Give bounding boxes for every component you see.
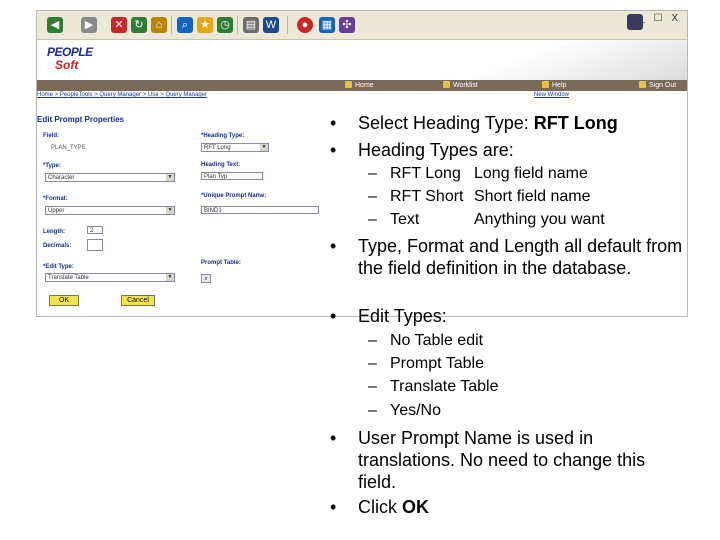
dash: – xyxy=(368,355,377,372)
bullet-defaults-text: Type, Format and Length all default from… xyxy=(358,236,683,278)
dash: – xyxy=(368,211,377,228)
sub-desc: Short field name xyxy=(474,188,591,205)
bullet-dot: • xyxy=(330,306,337,326)
slide-notes: • Select Heading Type: RFT Long • Headin… xyxy=(0,0,720,540)
bullet-click-text: Click xyxy=(358,497,402,517)
bullet-dot: • xyxy=(330,428,337,448)
bullet-heading-types-text: Heading Types are: xyxy=(358,140,514,160)
sub-term: RFT Short xyxy=(390,188,464,205)
sub-term: Text xyxy=(390,211,420,228)
sub-edit-type: Yes/No xyxy=(390,402,441,419)
bullet-user-prompt-text: User Prompt Name is used in translations… xyxy=(358,428,646,492)
sub-edit-type: Translate Table xyxy=(390,378,499,395)
bullet-dot: • xyxy=(330,236,337,256)
bullet-dot: • xyxy=(330,497,337,517)
bullet-heading-type-text: Select Heading Type: xyxy=(358,113,534,133)
dash: – xyxy=(368,332,377,349)
dash: – xyxy=(368,402,377,419)
bullet-click-bold: OK xyxy=(402,497,429,517)
bullet-edit-types-text: Edit Types: xyxy=(358,306,447,326)
bullet-dot: • xyxy=(330,140,337,160)
bullet-dot: • xyxy=(330,113,337,133)
sub-term: RFT Long xyxy=(390,165,461,182)
bullet-heading-type-bold: RFT Long xyxy=(533,113,618,133)
sub-desc: Long field name xyxy=(474,165,588,182)
dash: – xyxy=(368,165,377,182)
dash: – xyxy=(368,188,377,205)
dash: – xyxy=(368,378,377,395)
sub-edit-type: No Table edit xyxy=(390,332,484,349)
sub-desc: Anything you want xyxy=(474,211,605,228)
sub-edit-type: Prompt Table xyxy=(390,355,484,372)
